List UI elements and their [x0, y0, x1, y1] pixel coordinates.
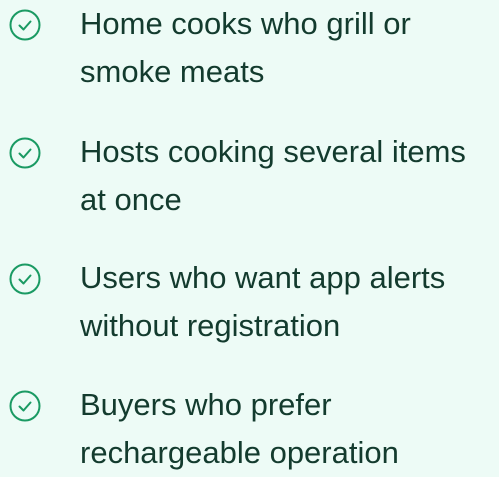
- list-item-label: Buyers who prefer rechargeable operation: [80, 381, 499, 477]
- list-item-line: rechargeable operation: [80, 435, 399, 470]
- check-circle-icon: [9, 9, 41, 41]
- list-item-label: Hosts cooking several items at once: [80, 128, 499, 224]
- list-item-line: without registration: [80, 308, 341, 343]
- list-item-line: Users who want app alerts: [80, 260, 446, 295]
- list-item-label: Users who want app alerts without regist…: [80, 254, 499, 350]
- check-circle-icon: [9, 263, 41, 295]
- list-item-line: Hosts cooking several items: [80, 134, 466, 169]
- list-item-label: Home cooks who grill or smoke meats: [80, 0, 499, 96]
- list-item-line: Buyers who prefer: [80, 387, 332, 422]
- list-item-line: at once: [80, 182, 182, 217]
- audience-list: Home cooks who grill or smoke meats Host…: [0, 0, 499, 476]
- list-item-line: Home cooks who grill or: [80, 6, 411, 41]
- list-item-line: smoke meats: [80, 54, 265, 89]
- check-circle-icon: [9, 390, 41, 422]
- check-circle-icon: [9, 137, 41, 169]
